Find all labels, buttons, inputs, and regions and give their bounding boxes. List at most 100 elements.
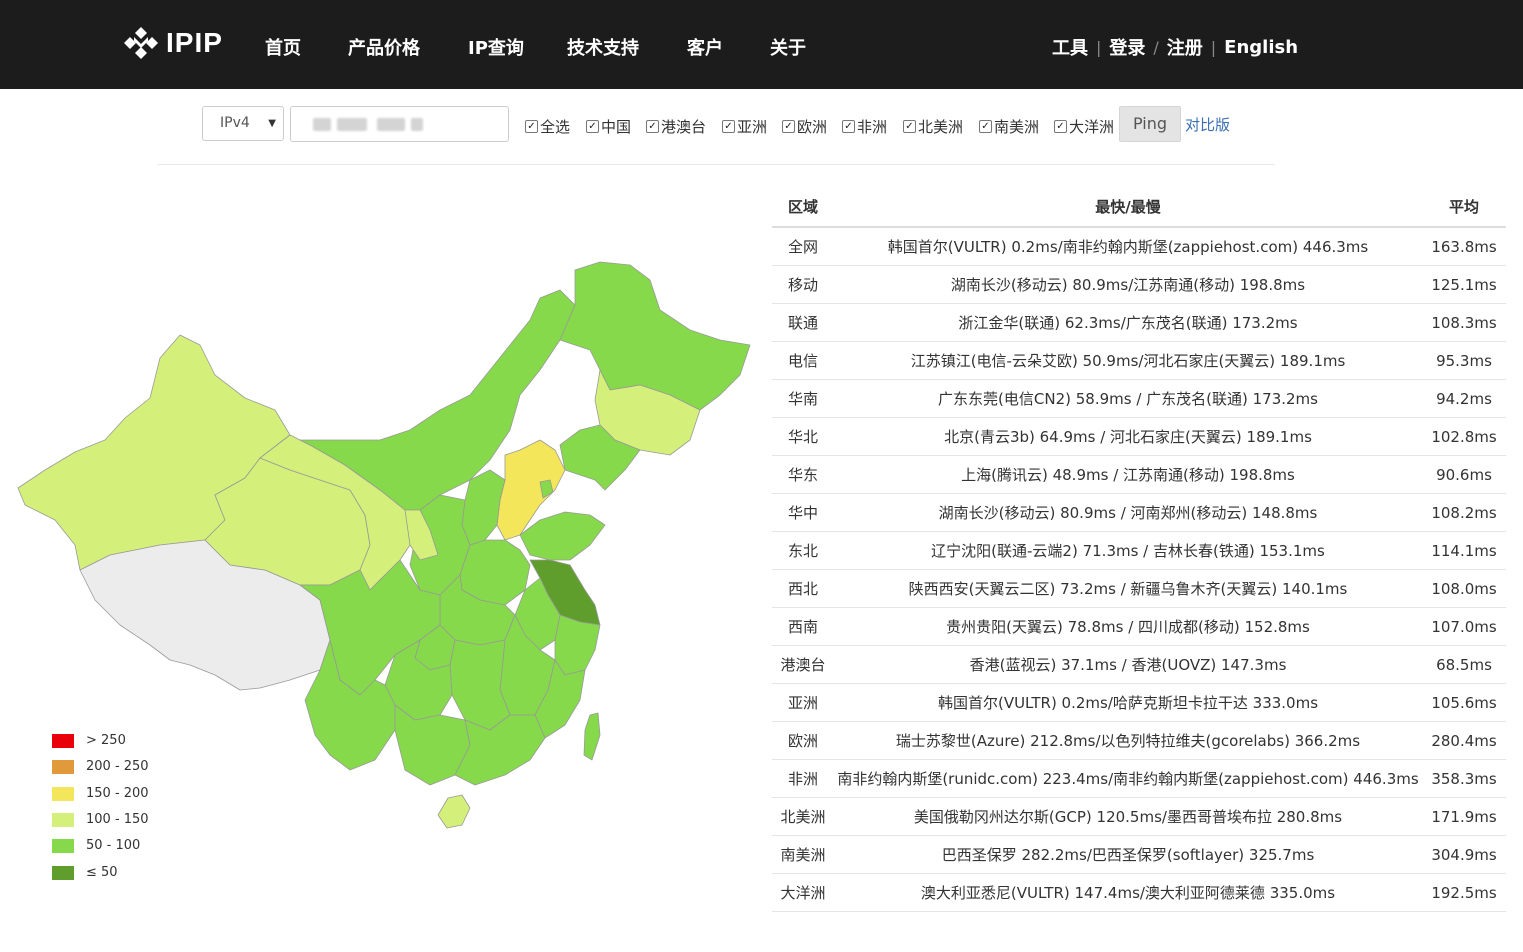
legend-item: > 250 (52, 733, 126, 748)
table-cell-detail: 江苏镇江(电信-云朵艾欧) 50.9ms/河北石家庄(天翼云) 189.1ms (834, 341, 1422, 380)
legend-swatch (52, 812, 74, 827)
table-cell-region: 欧洲 (772, 721, 834, 760)
table-row: 华中 湖南长沙(移动云) 80.9ms / 河南郑州(移动云) 148.8ms 10… (772, 493, 1506, 532)
table-cell-detail: 美国俄勒冈州达尔斯(GCP) 120.5ms/墨西哥普埃布拉 280.8ms (834, 797, 1422, 836)
region-zhejiang[interactable] (554, 614, 601, 676)
table-row: 大洋洲 澳大利亚悉尼(VULTR) 147.4ms/澳大利亚阿德莱德 335.0m… (772, 873, 1506, 912)
logo[interactable]: IPIP (122, 25, 223, 61)
blurred-ip-segment (337, 118, 367, 131)
checkbox-oceania[interactable]: ✓ 大洋洲 (1054, 116, 1114, 137)
table-row: 港澳台 香港(蓝视云) 37.1ms / 香港(UOVZ) 147.3ms 68.5… (772, 645, 1506, 684)
nav-support[interactable]: 技术支持 (567, 34, 639, 60)
table-cell-avg: 304.9ms (1422, 835, 1506, 874)
ping-button[interactable]: Ping (1119, 106, 1181, 142)
region-shandong[interactable] (519, 511, 606, 561)
table-cell-detail: 湖南长沙(移动云) 80.9ms/江苏南通(移动) 198.8ms (834, 265, 1422, 304)
table-cell-region: 华北 (772, 417, 834, 456)
nav-separator: | (1210, 37, 1217, 57)
china-latency-map (17, 261, 751, 829)
table-cell-detail: 韩国首尔(VULTR) 0.2ms/哈萨克斯坦卡拉干达 333.0ms (834, 683, 1422, 722)
table-cell-avg: 125.1ms (1422, 265, 1506, 304)
top-navbar: IPIP 首页 产品价格 IP查询 技术支持 客户 关于 工具 | 登录 / 注… (0, 0, 1523, 89)
table-row: 南美洲 巴西圣保罗 282.2ms/巴西圣保罗(softlayer) 325.7m… (772, 835, 1506, 874)
table-cell-region: 南美洲 (772, 835, 834, 874)
nav-ip-query[interactable]: IP查询 (468, 34, 524, 60)
legend-item: 150 - 200 (52, 786, 149, 801)
nav-pricing[interactable]: 产品价格 (348, 34, 420, 60)
table-row: 北美洲 美国俄勒冈州达尔斯(GCP) 120.5ms/墨西哥普埃布拉 280.8m… (772, 797, 1506, 836)
checkbox-checked-icon: ✓ (646, 120, 659, 133)
table-cell-region: 亚洲 (772, 683, 834, 722)
table-cell-detail: 北京(青云3b) 64.9ms / 河北石家庄(天翼云) 189.1ms (834, 417, 1422, 456)
table-cell-region: 港澳台 (772, 645, 834, 684)
table-cell-avg: 105.6ms (1422, 683, 1506, 722)
nav-customers[interactable]: 客户 (687, 34, 723, 60)
region-heilongjiang[interactable] (559, 261, 751, 411)
table-cell-avg: 68.5ms (1422, 645, 1506, 684)
table-cell-region: 西南 (772, 607, 834, 646)
table-cell-avg: 94.2ms (1422, 379, 1506, 418)
ip-version-value: IPv4 (220, 115, 250, 131)
logo-mark-icon (124, 27, 158, 59)
nav-english[interactable]: English (1224, 37, 1298, 58)
nav-login[interactable]: 登录 (1109, 34, 1145, 60)
table-row: 东北 辽宁沈阳(联通-云端2) 71.3ms / 吉林长春(铁通) 153.1ms… (772, 531, 1506, 570)
checkbox-checked-icon: ✓ (903, 120, 916, 133)
checkbox-europe[interactable]: ✓ 欧洲 (782, 116, 827, 137)
table-cell-avg: 107.0ms (1422, 607, 1506, 646)
table-cell-region: 东北 (772, 531, 834, 570)
region-hainan[interactable] (437, 794, 471, 829)
results-body: 全网 韩国首尔(VULTR) 0.2ms/南非约翰内斯堡(zappiehost.c… (772, 227, 1506, 912)
table-cell-region: 全网 (772, 227, 834, 266)
table-cell-detail: 澳大利亚悉尼(VULTR) 147.4ms/澳大利亚阿德莱德 335.0ms (834, 873, 1422, 912)
table-cell-region: 联通 (772, 303, 834, 342)
table-cell-avg: 95.3ms (1422, 341, 1506, 380)
table-row: 华北 北京(青云3b) 64.9ms / 河北石家庄(天翼云) 189.1ms 10… (772, 417, 1506, 456)
table-header-row: 区域 最快/最慢 平均 (772, 187, 1506, 228)
nav-register[interactable]: 注册 (1167, 34, 1203, 60)
table-cell-avg: 171.9ms (1422, 797, 1506, 836)
compare-version-link[interactable]: 对比版 (1185, 114, 1230, 135)
checkbox-select-all[interactable]: ✓ 全选 (525, 116, 570, 137)
table-cell-detail: 陕西西安(天翼云二区) 73.2ms / 新疆乌鲁木齐(天翼云) 140.1ms (834, 569, 1422, 608)
ip-input[interactable] (290, 106, 509, 142)
checkbox-north-america[interactable]: ✓ 北美洲 (903, 116, 963, 137)
region-shanxi[interactable] (461, 469, 506, 546)
checkbox-hk-macau-taiwan[interactable]: ✓ 港澳台 (646, 116, 706, 137)
checkbox-asia[interactable]: ✓ 亚洲 (722, 116, 767, 137)
checkbox-africa[interactable]: ✓ 非洲 (842, 116, 887, 137)
region-taiwan[interactable] (583, 712, 601, 761)
column-header-average: 平均 (1422, 187, 1506, 228)
table-cell-detail: 广东东莞(电信CN2) 58.9ms / 广东茂名(联通) 173.2ms (834, 379, 1422, 418)
table-row: 华南 广东东莞(电信CN2) 58.9ms / 广东茂名(联通) 173.2ms 9… (772, 379, 1506, 418)
blurred-ip-segment (411, 118, 423, 131)
table-cell-detail: 巴西圣保罗 282.2ms/巴西圣保罗(softlayer) 325.7ms (834, 835, 1422, 874)
legend-item: 200 - 250 (52, 759, 149, 774)
checkbox-checked-icon: ✓ (979, 120, 992, 133)
legend-swatch (52, 865, 74, 880)
column-header-region: 区域 (772, 187, 834, 228)
nav-home[interactable]: 首页 (265, 34, 301, 60)
checkbox-south-america[interactable]: ✓ 南美洲 (979, 116, 1039, 137)
table-row: 全网 韩国首尔(VULTR) 0.2ms/南非约翰内斯堡(zappiehost.c… (772, 227, 1506, 266)
region-guangdong[interactable] (454, 714, 546, 786)
logo-text: IPIP (166, 27, 223, 58)
table-row: 电信 江苏镇江(电信-云朵艾欧) 50.9ms/河北石家庄(天翼云) 189.1m… (772, 341, 1506, 380)
table-cell-region: 华中 (772, 493, 834, 532)
checkbox-checked-icon: ✓ (1054, 120, 1067, 133)
table-cell-region: 电信 (772, 341, 834, 380)
chevron-down-icon: ▼ (268, 118, 276, 129)
table-cell-detail: 浙江金华(联通) 62.3ms/广东茂名(联通) 173.2ms (834, 303, 1422, 342)
checkbox-china[interactable]: ✓ 中国 (586, 116, 631, 137)
ip-version-select[interactable]: IPv4 ▼ (202, 106, 284, 141)
nav-about[interactable]: 关于 (770, 34, 806, 60)
table-row: 亚洲 韩国首尔(VULTR) 0.2ms/哈萨克斯坦卡拉干达 333.0ms 105… (772, 683, 1506, 722)
table-cell-detail: 南非约翰内斯堡(runidc.com) 223.4ms/南非约翰内斯堡(zapp… (834, 759, 1422, 798)
table-row: 西北 陕西西安(天翼云二区) 73.2ms / 新疆乌鲁木齐(天翼云) 140.1… (772, 569, 1506, 608)
checkbox-checked-icon: ✓ (722, 120, 735, 133)
table-cell-region: 移动 (772, 265, 834, 304)
nav-tools[interactable]: 工具 (1052, 34, 1088, 60)
table-row: 联通 浙江金华(联通) 62.3ms/广东茂名(联通) 173.2ms 108.3m… (772, 303, 1506, 342)
table-cell-region: 北美洲 (772, 797, 834, 836)
table-cell-region: 非洲 (772, 759, 834, 798)
